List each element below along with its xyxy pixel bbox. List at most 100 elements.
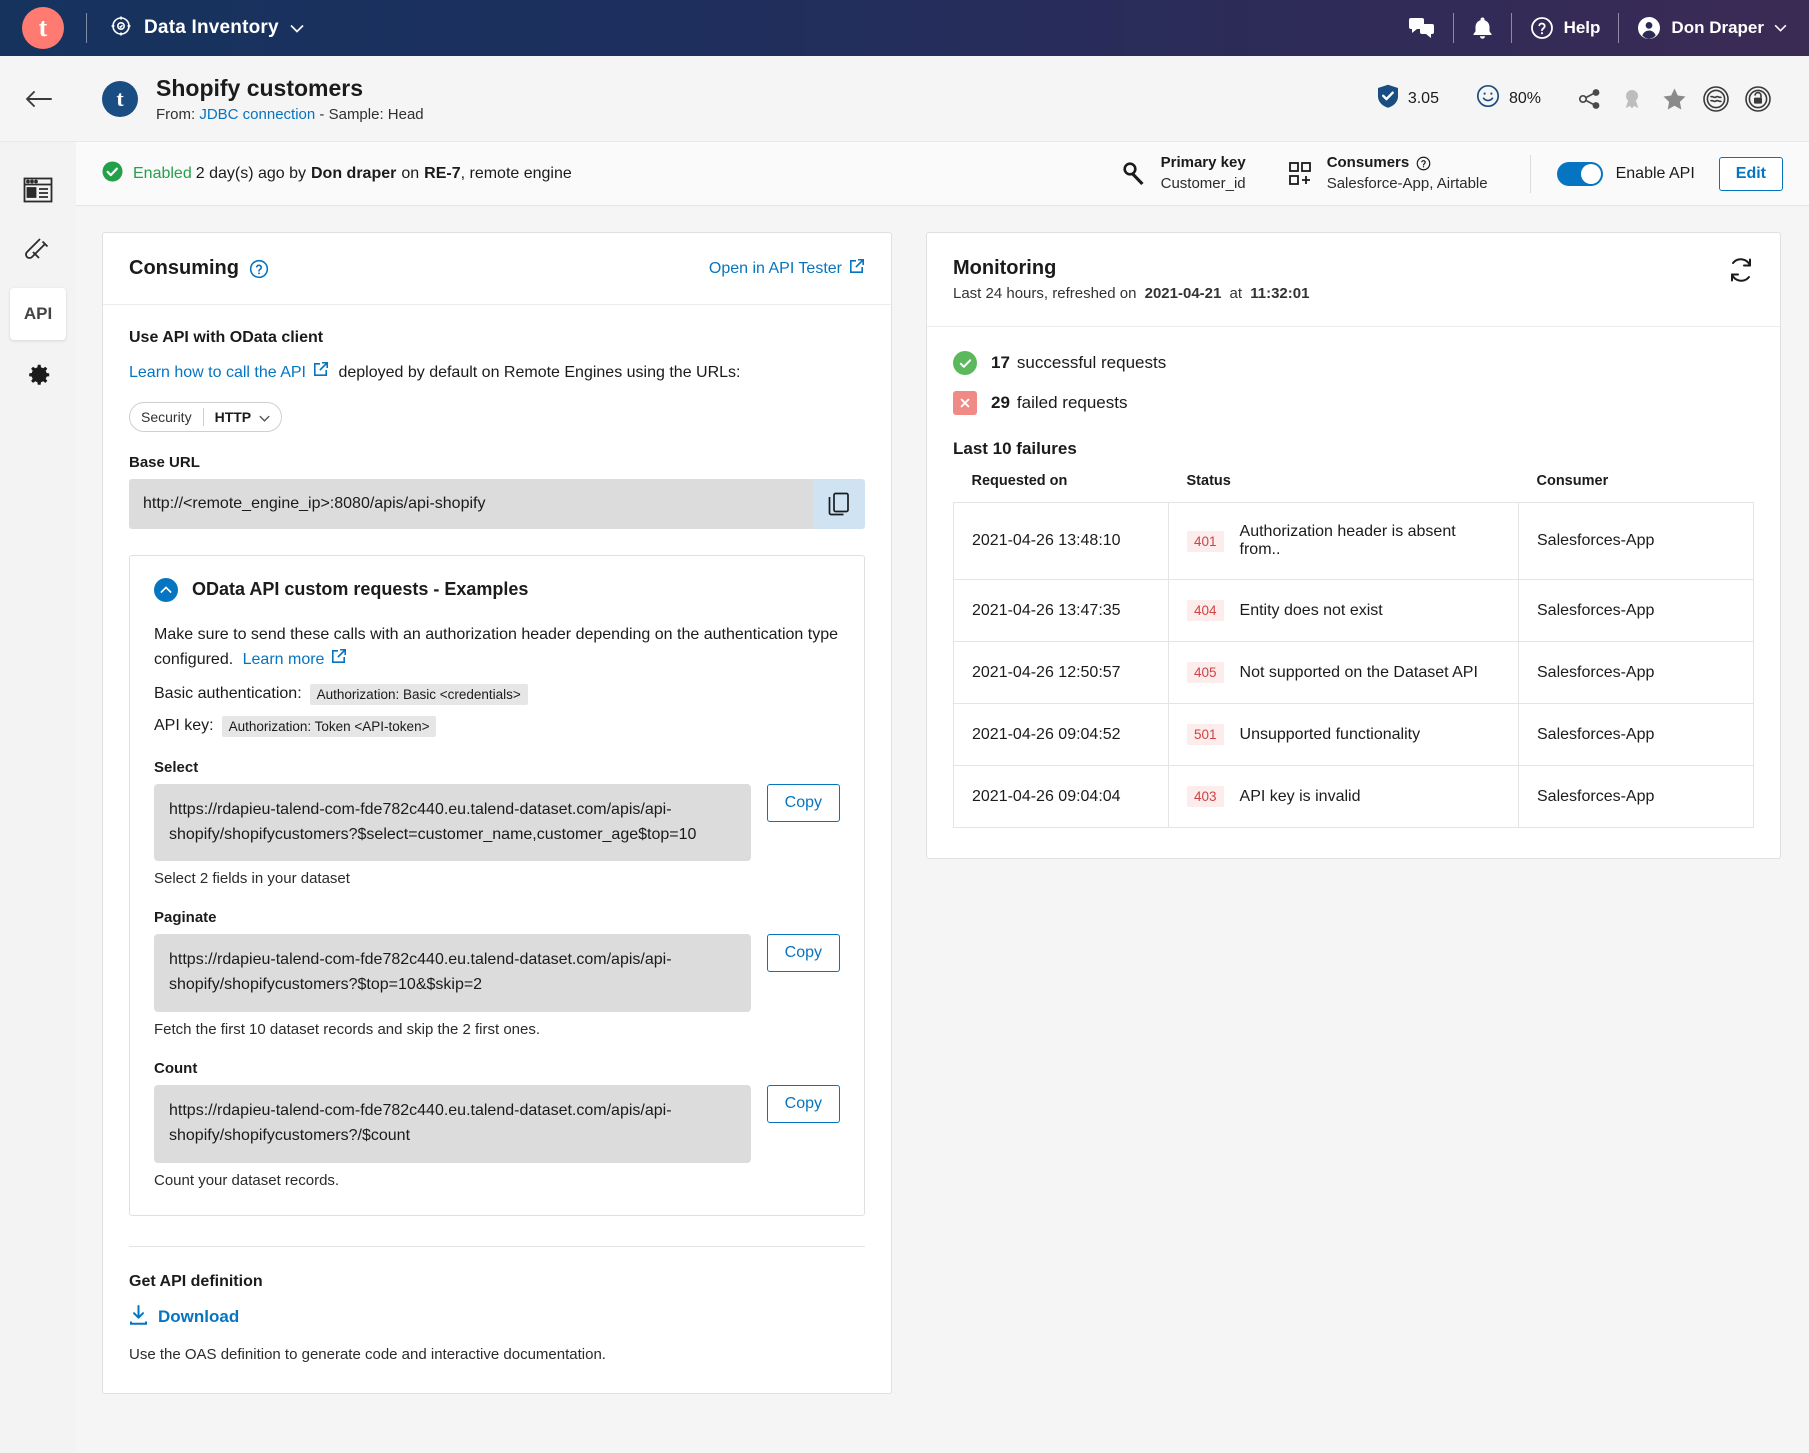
- subtitle-separator: -: [319, 105, 325, 123]
- consuming-title: Consuming: [129, 257, 239, 279]
- help-button[interactable]: Help: [1530, 16, 1600, 40]
- status-cell-content: 501 Unsupported functionality: [1187, 724, 1500, 745]
- table-row[interactable]: 2021-04-26 13:48:10 401 Authorization he…: [953, 502, 1754, 580]
- chevron-down-icon[interactable]: [290, 21, 304, 36]
- consumers-label-text: Consumers: [1326, 154, 1410, 172]
- table-row[interactable]: 2021-04-26 09:04:04 403 API key is inval…: [953, 765, 1754, 828]
- learn-more-link[interactable]: Learn more: [243, 647, 348, 673]
- cell-status: 405 Not supported on the Dataset API: [1168, 641, 1519, 704]
- status-ok-icon: [102, 161, 123, 187]
- monitoring-titles: Monitoring Last 24 hours, refreshed on 2…: [953, 257, 1309, 302]
- help-icon[interactable]: [1416, 156, 1431, 171]
- monitoring-subtitle: Last 24 hours, refreshed on 2021-04-21 a…: [953, 285, 1309, 302]
- certify-icon[interactable]: [1611, 87, 1653, 111]
- cell-requested-on: 2021-04-26 12:50:57: [953, 641, 1169, 704]
- status-message: Unsupported functionality: [1239, 725, 1421, 743]
- table-row[interactable]: 2021-04-26 09:04:52 501 Unsupported func…: [953, 703, 1754, 766]
- sidebar-item-label: API: [23, 304, 53, 323]
- primary-key-label: Primary key: [1160, 154, 1246, 172]
- sidebar-item-api[interactable]: API: [10, 288, 66, 340]
- security-selector[interactable]: Security HTTP: [129, 401, 283, 432]
- open-in-api-tester-label: Open in API Tester: [708, 259, 842, 277]
- failed-label: failed requests: [1016, 393, 1128, 412]
- learn-how-row: Learn how to call the API deployed by de…: [129, 360, 865, 386]
- help-icon[interactable]: [249, 259, 269, 279]
- nav-divider: [1510, 13, 1512, 43]
- talend-logo-icon[interactable]: t: [22, 7, 64, 49]
- lock-icon[interactable]: [1737, 85, 1779, 112]
- failures-table-head: Requested on Status Consumer: [954, 473, 1754, 503]
- enable-api-label: Enable API: [1615, 164, 1695, 182]
- connection-link[interactable]: JDBC connection: [199, 106, 315, 123]
- column-header-requested-on: Requested on: [971, 473, 1068, 489]
- left-icon-rail: API: [0, 142, 76, 1453]
- sidebar-item-settings[interactable]: [10, 350, 66, 402]
- chat-icon[interactable]: [1408, 17, 1435, 39]
- odata-examples-panel: OData API custom requests - Examples Mak…: [129, 554, 865, 1216]
- cell-consumer: Salesforces-App: [1518, 579, 1754, 642]
- api-key-value: Authorization: Token <API-token>: [221, 715, 437, 737]
- primary-key-info: Primary key Customer_id: [1122, 153, 1246, 194]
- user-menu-button[interactable]: Don Draper: [1637, 16, 1787, 40]
- success-check-icon: [953, 351, 977, 375]
- odata-section-title: Use API with OData client: [129, 329, 324, 346]
- external-link-icon: [849, 258, 865, 279]
- monitoring-card: Monitoring Last 24 hours, refreshed on 2…: [926, 232, 1781, 859]
- download-label: Download: [158, 1307, 240, 1327]
- page-title: Shopify customers: [156, 75, 364, 102]
- consumers-texts: Consumers Salesforce-App, Airtable: [1327, 153, 1488, 194]
- collapse-toggle-icon[interactable]: [154, 577, 178, 602]
- learn-how-to-call-api-link[interactable]: Learn how to call the API: [129, 360, 329, 386]
- enable-api-toggle[interactable]: [1556, 161, 1603, 186]
- sidebar-item-sample[interactable]: [10, 226, 66, 278]
- status-on-label: on: [401, 164, 420, 182]
- cell-status: 501 Unsupported functionality: [1168, 703, 1519, 766]
- trust-score-metric[interactable]: 3.05: [1368, 84, 1439, 113]
- copy-button[interactable]: Copy: [766, 1084, 840, 1123]
- monitoring-card-header: Monitoring Last 24 hours, refreshed on 2…: [927, 233, 1780, 327]
- lineage-icon[interactable]: [1695, 85, 1737, 112]
- status-cell-content: 401 Authorization header is absent from.…: [1187, 523, 1500, 559]
- star-icon[interactable]: [1653, 87, 1695, 111]
- page-header: t Shopify customers From: JDBC connectio…: [0, 56, 1809, 142]
- cell-consumer: Salesforces-App: [1518, 703, 1754, 766]
- app-name-label: Data Inventory: [144, 17, 279, 38]
- snippet-hint: Count your dataset records.: [154, 1171, 340, 1189]
- snippet-label: Select: [154, 758, 199, 776]
- refresh-icon[interactable]: [1728, 257, 1754, 288]
- base-url-field: Base URL http://<remote_engine_ip>:8080/…: [129, 454, 865, 529]
- api-key-row: API key: Authorization: Token <API-token…: [154, 715, 840, 737]
- consuming-card-body: Use API with OData client Learn how to c…: [103, 305, 891, 1393]
- chevron-down-icon: [259, 409, 270, 425]
- examples-title: OData API custom requests - Examples: [192, 579, 529, 600]
- copy-icon[interactable]: [813, 478, 865, 529]
- learn-how-rest-label: deployed by default on Remote Engines us…: [338, 364, 741, 381]
- open-in-api-tester-link[interactable]: Open in API Tester: [709, 258, 865, 279]
- top-nav-right: Help Don Draper: [1408, 13, 1787, 43]
- top-navigation-bar: t Data Inventory Help Don Draper: [0, 0, 1809, 56]
- cell-requested-on: 2021-04-26 13:48:10: [953, 502, 1169, 580]
- learn-more-label: Learn more: [242, 651, 325, 669]
- share-icon[interactable]: [1569, 87, 1611, 111]
- status-message: Entity does not exist: [1239, 601, 1383, 619]
- user-avatar-icon: [1637, 16, 1661, 40]
- bell-icon[interactable]: [1472, 16, 1493, 40]
- shield-check-icon: [1377, 84, 1399, 113]
- table-row[interactable]: 2021-04-26 13:47:35 404 Entity does not …: [953, 579, 1754, 642]
- copy-button[interactable]: Copy: [766, 783, 840, 822]
- cell-consumer: Salesforces-App: [1518, 502, 1754, 580]
- cell-status: 401 Authorization header is absent from.…: [1168, 502, 1519, 580]
- dataset-status-bar: Enabled 2 day(s) ago by Don draper on RE…: [76, 142, 1809, 206]
- edit-button[interactable]: Edit: [1718, 156, 1783, 191]
- download-link[interactable]: Download: [129, 1304, 240, 1330]
- status-engine-suffix: , remote engine: [460, 164, 572, 182]
- back-button[interactable]: [0, 56, 76, 142]
- base-url-value: http://<remote_engine_ip>:8080/apis/api-…: [129, 478, 813, 529]
- popularity-metric[interactable]: 80%: [1467, 84, 1541, 113]
- status-message: Authorization header is absent from..: [1239, 523, 1456, 558]
- security-value: HTTP: [204, 409, 282, 425]
- copy-button[interactable]: Copy: [766, 934, 840, 973]
- external-link-icon: [313, 360, 329, 386]
- sidebar-item-overview[interactable]: [10, 164, 66, 216]
- table-row[interactable]: 2021-04-26 12:50:57 405 Not supported on…: [953, 641, 1754, 704]
